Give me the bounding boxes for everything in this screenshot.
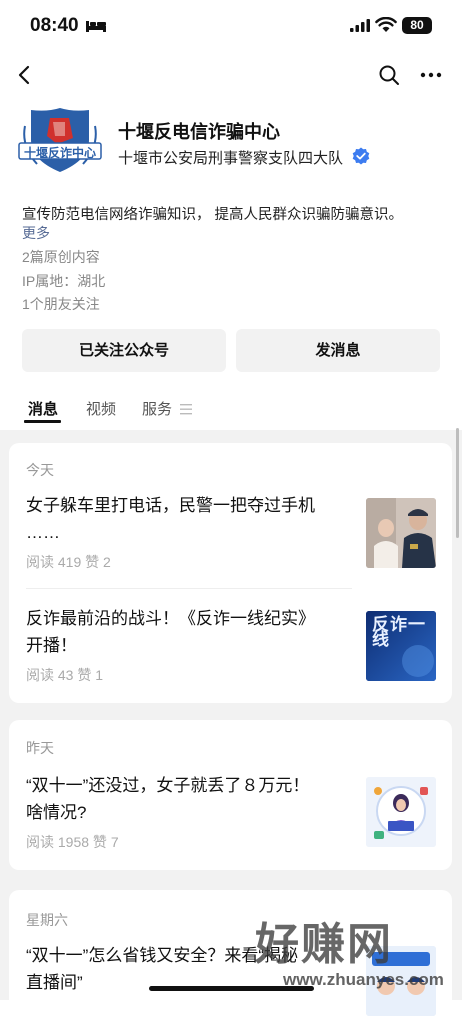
article-thumbnail[interactable] [366, 777, 436, 847]
divider [26, 588, 352, 589]
back-arrow-icon[interactable] [14, 64, 36, 86]
followed-button[interactable]: 已关注公众号 [22, 329, 226, 372]
verified-badge-icon [352, 147, 370, 165]
article-thumbnail[interactable] [366, 498, 436, 568]
send-message-button[interactable]: 发消息 [236, 329, 440, 372]
wifi-icon [375, 17, 397, 32]
cellular-signal-icon [350, 19, 370, 32]
police-photo-icon [366, 498, 436, 568]
original-count: 2篇原创内容 [22, 249, 100, 265]
article-title-line: 女子躲车里打电话，民警一把夺过手机 [26, 496, 315, 515]
woman-laptop-illustration-icon [366, 777, 436, 847]
article-title-line: “双十一”还没过，女子就丢了８万元！ [26, 776, 310, 795]
article-thumbnail[interactable]: 反诈一线 [366, 611, 436, 681]
shield-logo-icon [18, 108, 102, 172]
watermark-title: 好赚网 [255, 920, 393, 969]
day-label: 昨天 [26, 740, 54, 756]
tab-messages[interactable]: 消息 [28, 398, 58, 419]
logo-text: 十堰反诈中心 [23, 146, 96, 160]
status-time: 08:40 [30, 15, 79, 36]
article-title-line: 啥情况? [26, 803, 87, 822]
account-logo[interactable]: 十堰反诈中心 [17, 106, 103, 174]
status-bar: 08:40 80 [0, 0, 462, 50]
tab-services[interactable]: 服务 [142, 398, 193, 419]
article-stats: 阅读 419 赞 2 [26, 554, 111, 570]
scrollbar[interactable] [456, 428, 459, 538]
bed-icon [86, 21, 106, 32]
article-title[interactable]: 女子躲车里打电话，民警一把夺过手机 …… [26, 492, 344, 546]
battery-indicator: 80 [402, 17, 432, 34]
account-name: 十堰反电信诈骗中心 [118, 122, 280, 142]
tab-active-indicator [24, 420, 61, 423]
more-options-icon[interactable] [419, 63, 443, 87]
search-icon[interactable] [377, 63, 401, 87]
day-label: 今天 [26, 462, 54, 478]
article-title[interactable]: “双十一”还没过，女子就丢了８万元！ 啥情况? [26, 772, 344, 826]
article-stats: 阅读 1958 赞 7 [26, 834, 119, 850]
menu-lines-icon [180, 404, 193, 415]
day-group-card: 今天 女子躲车里打电话，民警一把夺过手机 …… 阅读 419 赞 2 反诈最前沿… [9, 443, 452, 703]
article-stats: 阅读 43 赞 1 [26, 667, 104, 683]
more-link[interactable]: 更多 [22, 223, 50, 243]
day-label: 星期六 [26, 912, 68, 928]
account-description: 宣传防范电信网络诈骗知识， 提高人民群众识骗防骗意识。 [22, 207, 404, 223]
tab-videos[interactable]: 视频 [86, 398, 116, 419]
article-title-line: 反诈最前沿的战斗！《反诈一线纪实》 [26, 609, 315, 628]
article-title[interactable]: 反诈最前沿的战斗！《反诈一线纪实》 开播！ [26, 605, 344, 659]
home-indicator[interactable] [149, 986, 314, 991]
article-title-line: 开播！ [26, 636, 77, 655]
tab-services-label: 服务 [142, 401, 173, 418]
ip-location: IP属地：湖北 [22, 273, 106, 289]
thumbnail-text: 反诈一线 [372, 615, 426, 649]
article-title-line: …… [26, 523, 60, 542]
account-owner: 十堰市公安局刑事警察支队四大队 [118, 150, 344, 167]
friends-following[interactable]: 1个朋友关注 [22, 294, 100, 314]
day-group-card: 昨天 “双十一”还没过，女子就丢了８万元！ 啥情况? 阅读 1958 赞 7 [9, 720, 452, 870]
